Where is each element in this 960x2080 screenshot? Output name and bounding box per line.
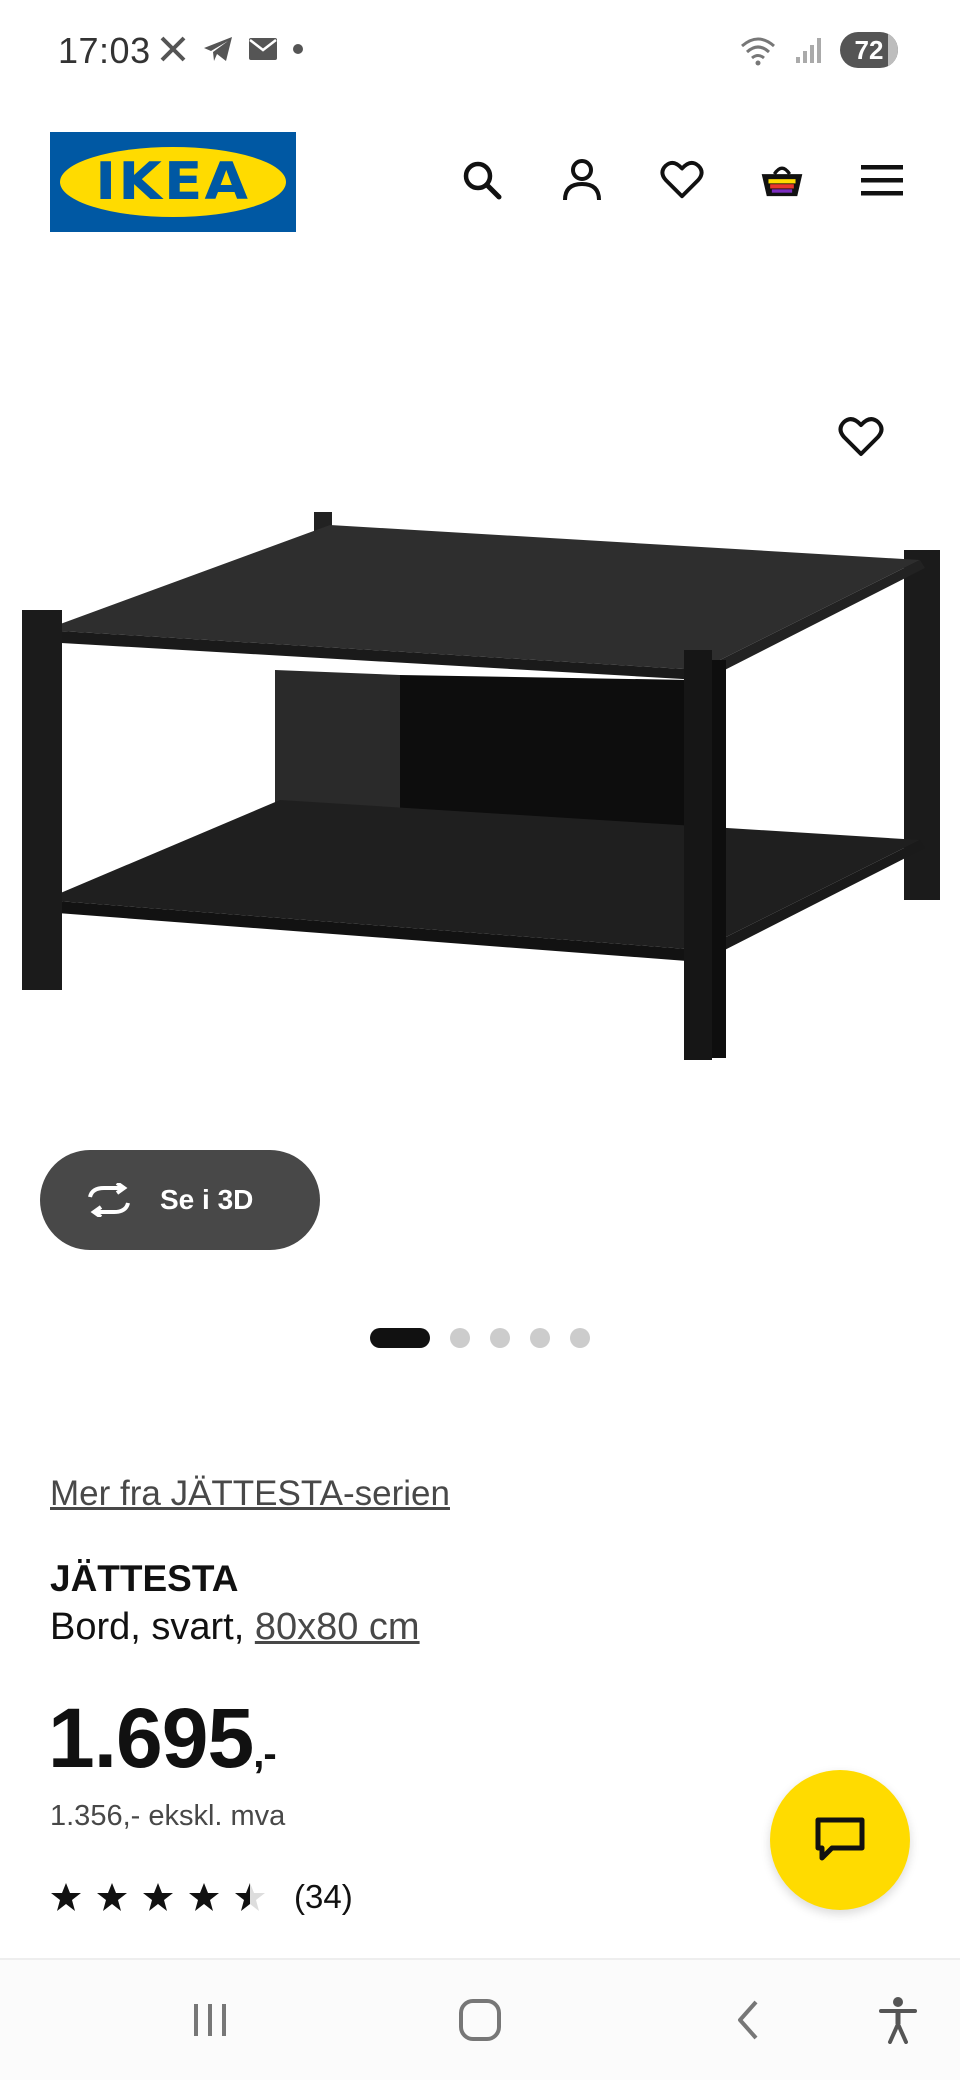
account-button[interactable] bbox=[560, 158, 604, 202]
status-bar: 17:03 72 bbox=[0, 0, 960, 104]
rotate-icon bbox=[88, 1183, 130, 1217]
back-button[interactable] bbox=[718, 1990, 778, 2050]
system-icons: 72 bbox=[738, 32, 898, 68]
pagination-dot-2[interactable] bbox=[450, 1328, 470, 1348]
telegram-icon bbox=[204, 37, 232, 61]
user-icon bbox=[563, 159, 601, 201]
x-icon bbox=[160, 36, 186, 62]
home-button[interactable] bbox=[450, 1990, 510, 2050]
price-suffix: ,- bbox=[253, 1732, 276, 1776]
heart-icon bbox=[660, 161, 704, 199]
image-pagination bbox=[370, 1328, 590, 1348]
status-time: 17:03 bbox=[58, 30, 151, 71]
header-actions bbox=[460, 158, 904, 202]
product-rating[interactable]: (34) bbox=[50, 1878, 353, 1916]
search-icon bbox=[463, 161, 502, 200]
recent-apps-button[interactable] bbox=[180, 1990, 240, 2050]
ikea-logo[interactable]: IKEA bbox=[50, 132, 296, 232]
product-description: Bord, svart, 80x80 cm bbox=[50, 1606, 420, 1649]
pagination-dot-4[interactable] bbox=[530, 1328, 550, 1348]
chat-button[interactable] bbox=[770, 1770, 910, 1910]
logo-oval: IKEA bbox=[60, 147, 286, 217]
review-count: (34) bbox=[294, 1878, 353, 1915]
cart-button[interactable] bbox=[760, 158, 804, 202]
product-size-link[interactable]: 80x80 cm bbox=[255, 1606, 420, 1648]
star-icon bbox=[143, 1883, 173, 1911]
menu-icon bbox=[861, 165, 903, 196]
site-header: IKEA bbox=[0, 120, 960, 240]
battery-indicator: 72 bbox=[840, 32, 898, 68]
star-icon bbox=[51, 1883, 81, 1911]
product-price: 1.695,- bbox=[48, 1690, 277, 1787]
search-button[interactable] bbox=[460, 158, 504, 202]
accessibility-icon bbox=[879, 1997, 917, 2044]
series-link[interactable]: Mer fra JÄTTESTA-serien bbox=[50, 1474, 450, 1514]
pagination-dot-3[interactable] bbox=[490, 1328, 510, 1348]
heart-icon bbox=[838, 417, 884, 456]
view-in-3d-button[interactable]: Se i 3D bbox=[40, 1150, 320, 1250]
back-icon bbox=[738, 2000, 758, 2040]
home-icon bbox=[459, 1999, 501, 2041]
dot-icon bbox=[293, 44, 303, 54]
half-star-icon bbox=[235, 1883, 265, 1911]
product-description-text: Bord, svart, bbox=[50, 1606, 255, 1648]
product-gallery[interactable]: Se i 3D bbox=[0, 260, 960, 1380]
product-image bbox=[22, 512, 940, 1060]
favourites-button[interactable] bbox=[660, 158, 704, 202]
price-excl-vat: 1.356,- ekskl. mva bbox=[50, 1800, 286, 1832]
pagination-dot-5[interactable] bbox=[570, 1328, 590, 1348]
add-to-favourites-button[interactable] bbox=[832, 408, 890, 466]
price-value: 1.695 bbox=[48, 1691, 254, 1785]
wifi-icon bbox=[741, 37, 775, 66]
battery-level: 72 bbox=[854, 34, 884, 65]
system-navigation-bar bbox=[0, 1960, 960, 2080]
star-icon bbox=[189, 1883, 219, 1911]
star-icon bbox=[97, 1883, 127, 1911]
logo-text: IKEA bbox=[95, 152, 251, 212]
cart-icon bbox=[761, 166, 803, 197]
product-name: JÄTTESTA bbox=[50, 1558, 239, 1599]
notification-icons bbox=[158, 34, 304, 64]
accessibility-button[interactable] bbox=[868, 1990, 928, 2050]
chat-icon bbox=[815, 1817, 865, 1861]
view-in-3d-label: Se i 3D bbox=[160, 1184, 254, 1215]
pagination-dot-1[interactable] bbox=[370, 1328, 430, 1348]
mail-icon bbox=[249, 38, 277, 60]
menu-button[interactable] bbox=[860, 158, 904, 202]
recent-apps-icon bbox=[194, 2004, 226, 2036]
signal-icon bbox=[796, 38, 821, 63]
